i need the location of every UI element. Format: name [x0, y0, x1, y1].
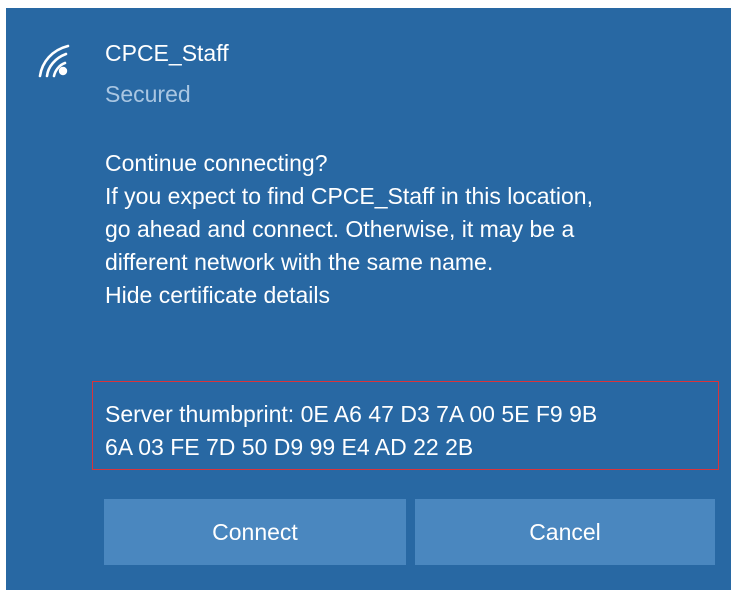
connection-prompt: Continue connecting? If you expect to fi… — [105, 147, 725, 312]
thumbprint-line: 6A 03 FE 7D 50 D9 99 E4 AD 22 2B — [105, 434, 474, 460]
cancel-button[interactable]: Cancel — [415, 499, 715, 565]
network-security-status: Secured — [105, 81, 191, 107]
hide-certificate-details-link[interactable]: Hide certificate details — [105, 279, 725, 312]
network-name: CPCE_Staff — [105, 40, 229, 66]
prompt-line: If you expect to find CPCE_Staff in this… — [105, 183, 593, 209]
prompt-heading: Continue connecting? — [105, 150, 328, 176]
prompt-line: go ahead and connect. Otherwise, it may … — [105, 216, 575, 242]
connect-button[interactable]: Connect — [104, 499, 406, 565]
prompt-line: different network with the same name. — [105, 249, 494, 275]
server-thumbprint: Server thumbprint: 0E A6 47 D3 7A 00 5E … — [105, 398, 597, 464]
wifi-secured-icon — [38, 44, 70, 78]
wifi-connect-panel: CPCE_Staff Secured Continue connecting? … — [6, 8, 731, 590]
thumbprint-line: Server thumbprint: 0E A6 47 D3 7A 00 5E … — [105, 401, 598, 427]
